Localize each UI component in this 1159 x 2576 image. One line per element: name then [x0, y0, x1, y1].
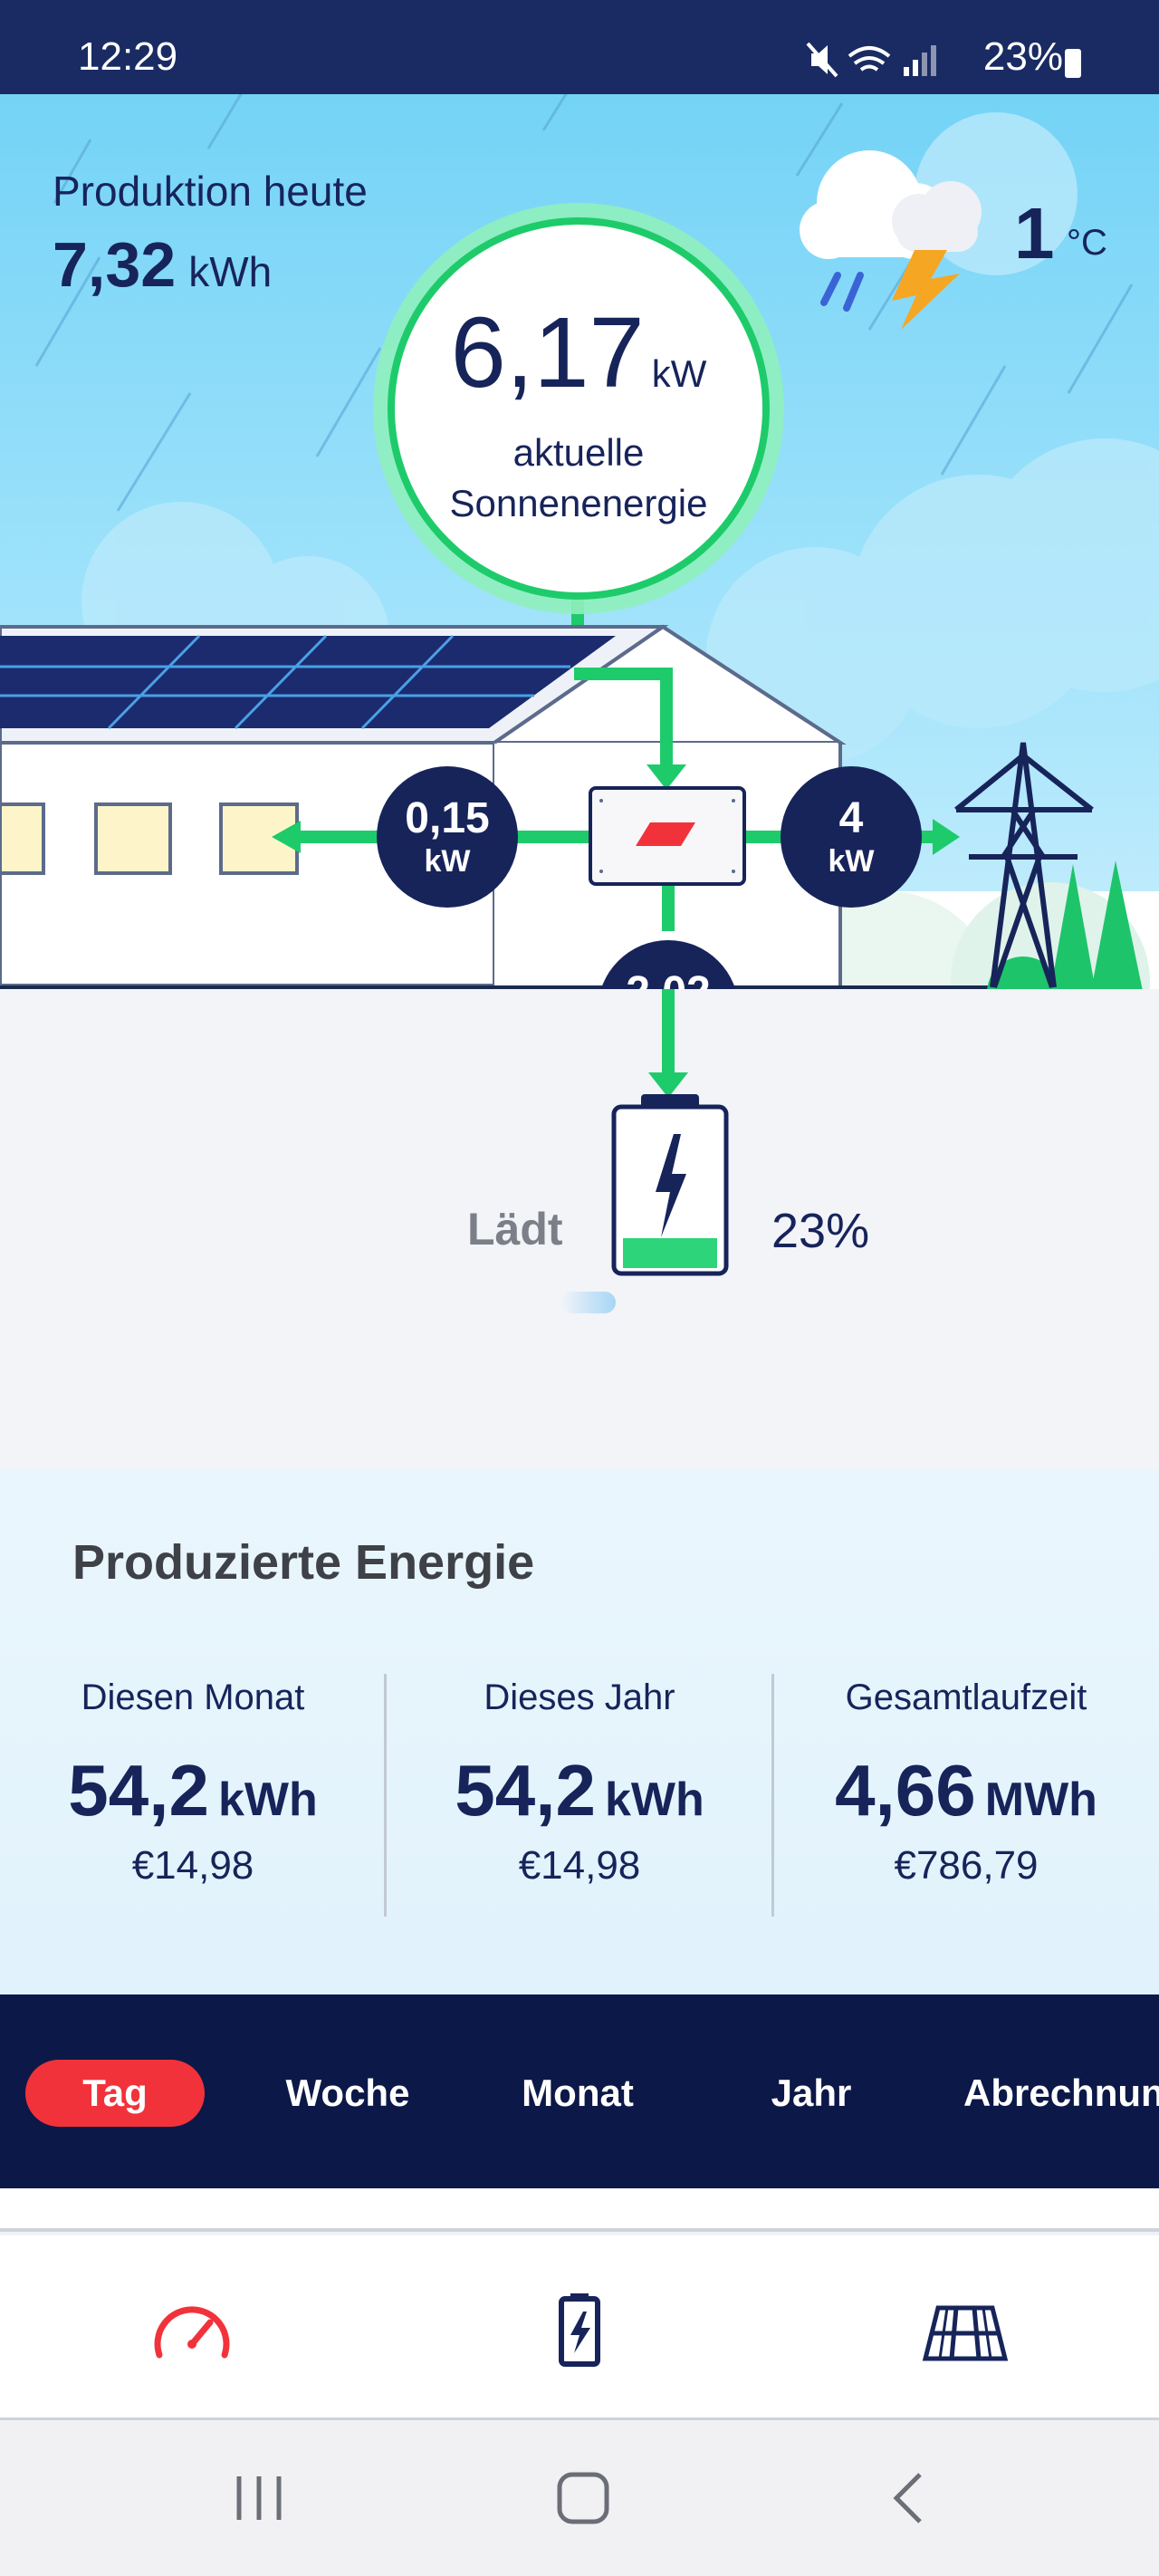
produced-energy-title: Produzierte Energie: [72, 1535, 535, 1590]
solar-caption-line2: Sonnenenergie: [449, 482, 708, 524]
production-today-value: 7,32 kWh: [53, 228, 272, 301]
bottom-navigation: [0, 2235, 1159, 2420]
energy-month-label: Diesen Monat: [81, 1677, 305, 1717]
tab-year[interactable]: Jahr: [721, 2060, 902, 2127]
temperature-unit: °C: [1067, 223, 1107, 263]
energy-month-unit: kWh: [217, 1773, 318, 1826]
signal-icon: [904, 45, 936, 76]
battery-glow: [561, 1292, 616, 1313]
energy-year-value: 54,2 kWh: [387, 1749, 772, 1832]
house-consumption-unit: kW: [424, 844, 471, 879]
energy-total-number: 4,66: [835, 1750, 976, 1831]
tab-month[interactable]: Monat: [487, 2060, 668, 2127]
solar-power-value: 6,17 kW: [395, 295, 762, 410]
energy-month-price: €14,98: [131, 1843, 254, 1888]
wifi-icon: [848, 46, 891, 72]
status-battery-percent: 23%: [982, 34, 1063, 79]
energy-total-label: Gesamtlaufzeit: [845, 1677, 1087, 1717]
period-tab-bar: Tag Woche Monat Jahr Abrechnun: [0, 1994, 1159, 2188]
solar-power-unit: kW: [651, 352, 707, 395]
tab-day[interactable]: Tag: [25, 2060, 205, 2127]
solar-panel-icon[interactable]: [920, 2290, 1011, 2371]
status-time: 12:29: [78, 34, 178, 79]
battery-flow-value: 2,02: [598, 967, 739, 989]
energy-year-price: €14,98: [518, 1843, 641, 1888]
energy-flow-hero: Produktion heute 7,32 kWh 1 °C 6,17 kW akt…: [0, 94, 1159, 989]
energy-year-unit: kWh: [604, 1773, 704, 1826]
battery-icon[interactable]: [608, 1091, 732, 1281]
temperature-value: 1: [1014, 193, 1055, 274]
recent-apps-icon[interactable]: [232, 2471, 286, 2525]
battery-charge-percent: 23%: [771, 1204, 870, 1258]
back-icon[interactable]: [887, 2471, 933, 2525]
tab-billing[interactable]: Abrechnun: [963, 2060, 1159, 2127]
grid-feed-bubble[interactable]: 4 kW: [781, 766, 922, 908]
solar-power-circle[interactable]: 6,17 kW aktuelle Sonnenenergie: [388, 217, 770, 600]
battery-charge-fill: [623, 1238, 717, 1268]
energy-column-month[interactable]: Diesen Monat 54,2 kWh €14,98: [0, 1677, 386, 1889]
dashboard-gauge-icon[interactable]: [147, 2290, 237, 2371]
mute-icon: [806, 42, 838, 78]
production-today-label: Produktion heute: [53, 168, 368, 215]
battery-section: Lädt 23%: [0, 989, 1159, 1469]
house-consumption-value: 0,15: [405, 794, 490, 842]
production-today-number: 7,32: [53, 229, 177, 300]
content-peek: [0, 2188, 1159, 2232]
energy-total-price: €786,79: [894, 1843, 1039, 1888]
status-bar: 12:29 23%: [0, 0, 1159, 94]
energy-column-year[interactable]: Dieses Jahr 54,2 kWh €14,98: [387, 1677, 772, 1889]
grid-feed-unit: kW: [828, 844, 875, 879]
grid-feed-value: 4: [838, 794, 864, 842]
produced-energy-section: Produzierte Energie Diesen Monat 54,2 kWh…: [0, 1469, 1159, 1994]
production-today-unit: kWh: [188, 248, 273, 295]
energy-total-unit: MWh: [984, 1773, 1097, 1826]
home-icon[interactable]: [554, 2469, 612, 2527]
tab-week[interactable]: Woche: [257, 2060, 438, 2127]
energy-total-value: 4,66 MWh: [773, 1749, 1159, 1832]
energy-year-number: 54,2: [455, 1750, 596, 1831]
energy-month-value: 54,2 kWh: [0, 1749, 386, 1832]
house-consumption-bubble[interactable]: 0,15 kW: [377, 766, 518, 908]
battery-nav-icon[interactable]: [534, 2290, 625, 2371]
battery-status-label: Lädt: [467, 1204, 563, 1254]
energy-column-total[interactable]: Gesamtlaufzeit 4,66 MWh €786,79: [773, 1677, 1159, 1889]
status-battery-icon: [1065, 49, 1081, 78]
energy-year-label: Dieses Jahr: [484, 1677, 675, 1717]
energy-month-number: 54,2: [68, 1750, 209, 1831]
solar-power-number: 6,17: [450, 297, 645, 409]
solar-caption-line1: aktuelle: [512, 431, 645, 474]
system-navigation-bar: [0, 2420, 1159, 2576]
status-icons: [806, 42, 936, 78]
inverter-icon: [589, 786, 746, 886]
